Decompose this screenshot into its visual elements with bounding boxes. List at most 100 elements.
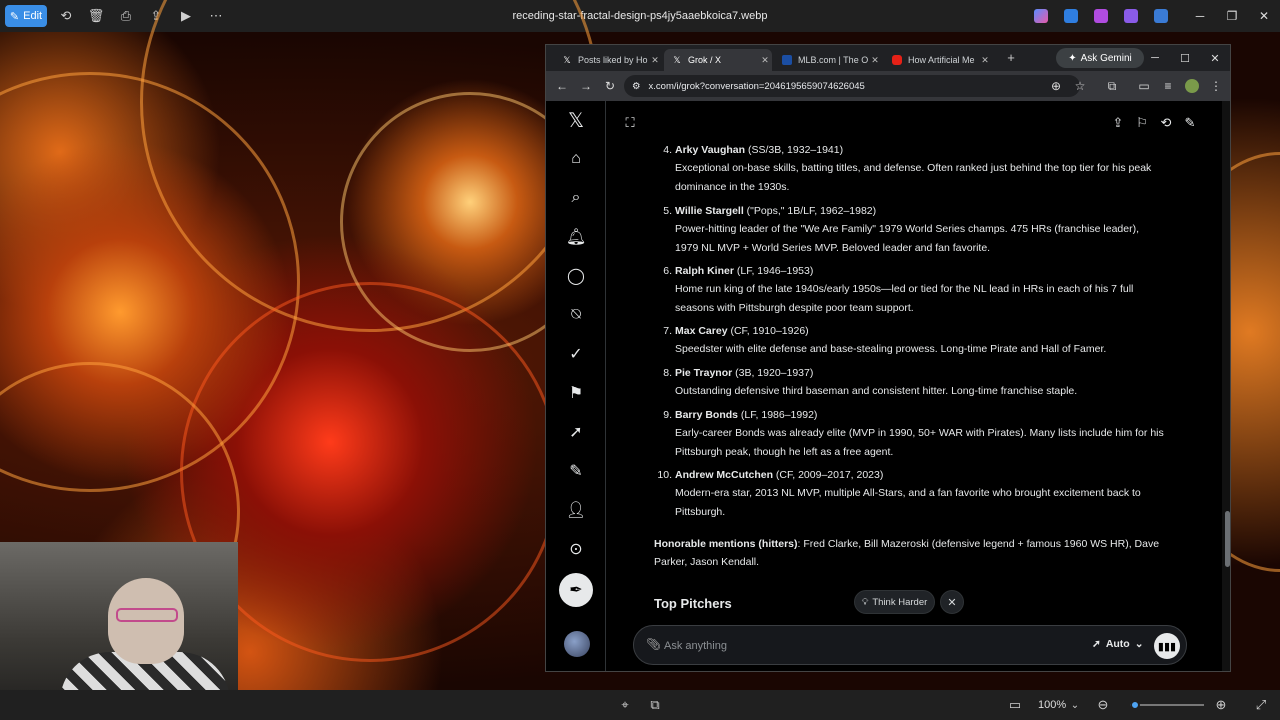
back-icon[interactable]: ← xyxy=(550,74,574,98)
tab-youtube[interactable]: How Artificial Me ✕ xyxy=(884,49,992,71)
player-description: Exceptional on-base skills, batting titl… xyxy=(675,162,1152,193)
clipchamp-icon[interactable] xyxy=(1094,9,1108,23)
designer-icon[interactable] xyxy=(1124,9,1138,23)
paint-icon[interactable] xyxy=(1064,9,1078,23)
cast-icon[interactable]: ▭ xyxy=(1132,74,1156,98)
zoom-slider-thumb[interactable] xyxy=(1130,700,1140,710)
section-title: Top Pitchers xyxy=(654,596,732,611)
chevron-down-icon: ⌄ xyxy=(1134,638,1144,650)
mode-label: Auto xyxy=(1105,638,1130,650)
tab-grok[interactable]: 𝕏 Grok / X ✕ xyxy=(664,49,772,71)
reload-icon[interactable]: ↻ xyxy=(598,74,622,98)
url-field[interactable]: ⚙ x.com/i/grok?conversation=204619565907… xyxy=(624,75,1080,97)
print-icon[interactable]: ⎙ xyxy=(111,0,141,32)
copilot-icon[interactable] xyxy=(1034,9,1048,23)
bookmark-star-icon[interactable]: ☆ xyxy=(1068,74,1092,98)
avatar[interactable] xyxy=(564,631,590,657)
bookmark-icon[interactable]: ⚐ xyxy=(1132,113,1152,133)
edit-button[interactable]: ✎ Edit xyxy=(5,5,47,27)
close-icon[interactable]: ✕ xyxy=(978,55,992,66)
viewer-statusbar: ⌖ ⧉ ▭ 100% ⌄ ⊖ ⊕ ⤢ xyxy=(0,690,1280,720)
grok-icon[interactable]: ⍉ xyxy=(561,300,591,330)
browser-window: 𝕏 Posts liked by Ho ✕ 𝕏 Grok / X ✕ MLB.c… xyxy=(545,44,1231,672)
expand-icon[interactable]: ⛶ xyxy=(620,113,640,133)
restore-icon[interactable]: ❐ xyxy=(1216,0,1248,32)
tab-label: Posts liked by Ho xyxy=(578,55,648,65)
search-icon[interactable]: ⌕ xyxy=(561,183,591,213)
compose-list-icon[interactable]: ✎ xyxy=(561,456,591,486)
close-icon[interactable]: ✕ xyxy=(868,55,882,66)
onedrive-icon[interactable] xyxy=(1154,9,1168,23)
scroll-thumb[interactable] xyxy=(1225,511,1230,567)
think-harder-button[interactable]: 💡︎ Think Harder xyxy=(854,590,935,614)
forward-icon[interactable]: → xyxy=(574,74,598,98)
list-item: 9. Barry Bonds (LF, 1986–1992) Early-care… xyxy=(654,406,1164,461)
history-icon[interactable]: ⟲ xyxy=(1156,113,1176,133)
x-logo-icon[interactable]: 𝕏 xyxy=(561,105,591,135)
player-name: Arky Vaughan xyxy=(675,144,746,156)
player-description: Modern-era star, 2013 NL MVP, multiple A… xyxy=(675,487,1141,518)
home-icon[interactable]: ⌂ xyxy=(561,144,591,174)
close-icon[interactable]: ✕ xyxy=(1200,45,1230,71)
visual-search-icon[interactable]: ⌖ xyxy=(610,689,640,720)
player-name: Willie Stargell xyxy=(675,205,744,217)
tab-label: MLB.com | The Of xyxy=(798,55,868,65)
maximize-icon[interactable]: ☐ xyxy=(1170,45,1200,71)
new-tab-icon[interactable]: + xyxy=(1002,49,1020,67)
share-icon[interactable]: ⇪ xyxy=(1108,113,1128,133)
scrollbar[interactable] xyxy=(1222,101,1230,671)
minimize-icon[interactable]: ─ xyxy=(1184,0,1216,32)
browser-menu-icon[interactable]: ⋮ xyxy=(1204,74,1228,98)
profile-icon[interactable]: 👤︎ xyxy=(561,495,591,525)
x-logo-icon: 𝕏 xyxy=(673,55,681,65)
site-info-icon[interactable]: ⚙ xyxy=(632,81,641,92)
install-app-icon[interactable]: ⊕ xyxy=(1044,74,1068,98)
player-meta: (SS/3B, 1932–1941) xyxy=(745,144,844,156)
close-icon[interactable]: ✕ xyxy=(758,55,772,66)
ask-input[interactable] xyxy=(664,636,1044,656)
voice-mode-icon[interactable]: ▮▮▮ xyxy=(1154,633,1180,659)
player-meta: (LF, 1986–1992) xyxy=(738,409,818,421)
rocket-icon[interactable]: ➚ xyxy=(561,417,591,447)
fit-to-window-icon[interactable]: ▭ xyxy=(1000,689,1030,720)
item-number: 8. xyxy=(663,367,672,379)
zoom-out-icon[interactable]: ⊖ xyxy=(1088,689,1118,720)
verified-icon[interactable]: ✓ xyxy=(561,339,591,369)
fullscreen-icon[interactable]: ⤢ xyxy=(1246,689,1276,720)
player-name: Pie Traynor xyxy=(675,367,733,379)
minimize-icon[interactable]: ─ xyxy=(1140,45,1170,71)
list-item: 5. Willie Stargell ("Pops," 1B/LF, 1962–… xyxy=(654,202,1164,257)
zoom-in-icon[interactable]: ⊕ xyxy=(1206,689,1236,720)
ask-gemini-button[interactable]: ✦ Ask Gemini xyxy=(1056,48,1144,68)
new-chat-icon[interactable]: ✎ xyxy=(1180,113,1200,133)
player-description: Early-career Bonds was already elite (MV… xyxy=(675,427,1164,458)
player-name: Max Carey xyxy=(675,325,728,337)
honorable-mentions: Honorable mentions (hitters): Fred Clark… xyxy=(654,535,1166,572)
chevron-down-icon[interactable]: ⌄ xyxy=(1060,689,1090,720)
extensions-icon[interactable]: ⧉ xyxy=(1100,74,1124,98)
mode-selector[interactable]: ➚ Auto ⌄ xyxy=(1092,638,1144,650)
item-number: 9. xyxy=(663,409,672,421)
delete-icon[interactable]: 🗑 xyxy=(81,0,111,32)
rocket-icon: ➚ xyxy=(1092,638,1101,650)
notifications-icon[interactable]: 🔔︎ xyxy=(561,222,591,252)
more-icon[interactable]: ⊙ xyxy=(561,534,591,564)
x-logo-icon: 𝕏 xyxy=(563,55,571,65)
text-scan-icon[interactable]: ⧉ xyxy=(640,689,670,720)
rotate-icon[interactable]: ⟲ xyxy=(51,0,81,32)
list-item: 6. Ralph Kiner (LF, 1946–1953) Home run k… xyxy=(654,262,1164,317)
bookmarks-icon[interactable]: ⚑ xyxy=(561,378,591,408)
attach-icon[interactable]: 📎︎ xyxy=(646,637,661,651)
close-icon[interactable]: ✕ xyxy=(1248,0,1280,32)
close-icon[interactable]: ✕ xyxy=(648,55,662,66)
messages-icon[interactable]: ◯ xyxy=(561,261,591,291)
item-number: 6. xyxy=(663,265,672,277)
profile-avatar[interactable] xyxy=(1180,74,1204,98)
tab-mlb[interactable]: MLB.com | The Of ✕ xyxy=(774,49,882,71)
post-button[interactable]: ✒ xyxy=(559,573,593,607)
zoom-slider[interactable] xyxy=(1130,700,1204,710)
dismiss-suggestion-icon[interactable]: ✕ xyxy=(940,590,964,614)
tab-posts-liked[interactable]: 𝕏 Posts liked by Ho ✕ xyxy=(554,49,662,71)
reading-list-icon[interactable]: ≡ xyxy=(1156,74,1180,98)
think-harder-label: Think Harder xyxy=(872,596,928,608)
